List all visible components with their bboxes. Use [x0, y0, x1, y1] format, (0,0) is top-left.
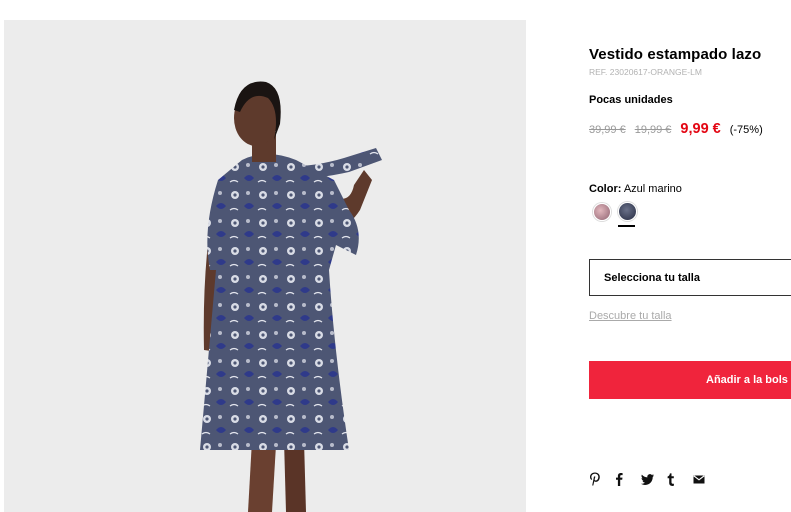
product-reference: REF. 23020617-ORANGE-LM: [589, 67, 702, 77]
stock-status: Pocas unidades: [589, 94, 673, 106]
color-selected-name: Azul marino: [623, 183, 682, 195]
price-row: 39,99 € 19,99 € 9,99 € (-75%): [589, 121, 763, 137]
color-label: Color:: [589, 183, 622, 195]
color-selector-label: Color: Azul marino: [589, 183, 682, 195]
price-original: 39,99 €: [589, 124, 626, 136]
price-previous: 19,99 €: [634, 124, 672, 136]
selected-swatch-indicator: [618, 225, 635, 227]
share-icons: [589, 470, 719, 488]
product-title: Vestido estampado lazo: [589, 46, 762, 63]
price-current: 9,99 €: [680, 121, 721, 137]
color-swatch-pink-print[interactable]: [593, 203, 611, 221]
size-select[interactable]: Selecciona tu talla: [589, 259, 791, 296]
add-to-bag-button[interactable]: Añadir a la bols: [589, 361, 791, 399]
facebook-icon[interactable]: [615, 470, 641, 488]
pinterest-icon[interactable]: [589, 470, 615, 488]
size-guide-link[interactable]: Descubre tu talla: [589, 310, 672, 322]
discount-badge: (-75%): [729, 124, 763, 136]
product-photo[interactable]: [4, 20, 526, 512]
twitter-icon[interactable]: [641, 470, 667, 488]
color-swatches: [592, 201, 652, 231]
size-select-label: Selecciona tu talla: [604, 271, 700, 284]
tumblr-icon[interactable]: [667, 470, 693, 488]
color-swatch-navy-print[interactable]: [618, 202, 637, 221]
add-to-bag-label: Añadir a la bols: [706, 374, 788, 386]
email-icon[interactable]: [693, 470, 719, 488]
